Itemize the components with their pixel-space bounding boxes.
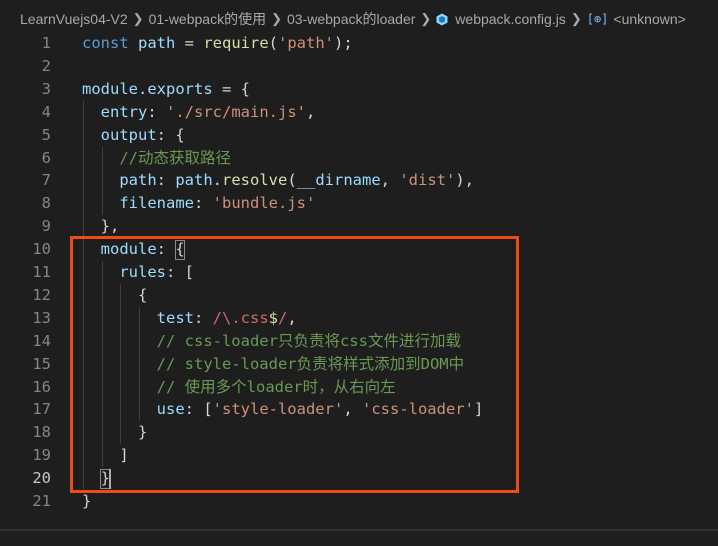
code-token: module [82,79,138,98]
code-token: }, [82,217,120,236]
line-number: 10 [32,240,51,259]
line-number: 1 [41,34,51,52]
code-line[interactable]: 2 [0,55,718,78]
breadcrumb-item-folder-1[interactable]: 01-webpack的使用 [149,9,267,29]
code-token: = { [212,79,250,98]
line-number: 14 [32,331,51,350]
chevron-right-icon: ❯ [132,11,144,26]
code-token: exports [147,79,213,98]
code-text: const path = require('path'); [82,32,353,55]
code-line[interactable]: 1 const path = require('path'); [0,32,718,55]
code-token: 'path' [278,34,334,52]
code-line[interactable]: 6 //动态获取路径 [0,147,718,170]
code-token: : [147,102,167,121]
code-token: __dirname [296,171,381,190]
code-token: resolve [222,171,288,190]
chevron-right-icon: ❯ [570,11,582,26]
code-text: output: { [82,124,185,147]
code-text: }, [82,215,120,238]
line-number: 19 [32,446,51,465]
line-number: 3 [41,79,51,98]
line-number: 20 [32,469,51,488]
breadcrumb-item-folder-2[interactable]: 03-webpack的loader [287,9,415,29]
line-number: 7 [41,171,51,190]
code-text: module.exports = { [82,78,250,101]
code-token: 'dist' [399,171,456,190]
code-token: , [380,171,400,190]
breadcrumb-item-project[interactable]: LearnVuejs04-V2 [20,11,128,27]
code-text: filename: 'bundle.js' [82,192,315,215]
code-token: ); [334,34,353,52]
highlight-box [70,236,519,493]
indent-guide [101,146,103,216]
code-token: ), [455,171,475,190]
code-token: path [138,34,176,52]
code-token: , [306,102,316,121]
code-text: entry: './src/main.js', [82,101,316,124]
line-number: 9 [41,217,51,236]
code-token: ( [268,34,278,52]
line-number: 2 [41,56,51,75]
line-number: 21 [32,492,51,510]
code-token: : { [156,125,185,144]
code-token: require [203,34,269,52]
chevron-right-icon: ❯ [271,11,282,26]
code-token: path [175,171,213,190]
code-line[interactable]: 7 path: path.resolve(__dirname, 'dist'), [0,169,718,192]
chevron-right-icon: ❯ [420,11,432,26]
code-token: output [100,125,157,144]
code-token: './src/main.js' [166,102,306,121]
line-number: 4 [41,102,51,121]
code-line[interactable]: 3 module.exports = { [0,78,718,101]
code-token: ( [287,171,297,190]
line-number: 12 [32,285,51,304]
line-number: 17 [32,400,51,419]
line-number: 8 [41,194,51,213]
code-token: path [119,171,157,190]
breadcrumb-item-symbol[interactable]: <unknown> [613,11,685,27]
code-line[interactable]: 9 }, [0,215,718,238]
code-line[interactable]: 21} [0,490,718,513]
code-token: } [82,492,92,510]
code-line[interactable]: 8 filename: 'bundle.js' [0,192,718,215]
code-token: 'bundle.js' [212,194,316,213]
code-token: . [138,79,148,98]
webpack-file-icon [436,13,448,26]
line-number: 18 [32,423,51,442]
code-text: } [82,490,91,513]
code-token: filename [119,194,194,213]
line-number: 16 [32,377,51,396]
line-number: 15 [32,354,51,373]
code-token: //动态获取路径 [119,148,231,167]
code-token: . [212,171,222,190]
code-token: : [156,171,176,190]
code-token: entry [100,102,148,121]
line-number: 11 [32,263,51,281]
code-line[interactable]: 4 entry: './src/main.js', [0,101,718,124]
line-number: 6 [41,148,51,167]
horizontal-scrollbar[interactable] [0,529,718,531]
line-number: 13 [32,308,51,327]
code-token: : [193,194,213,213]
code-text: //动态获取路径 [82,147,231,170]
code-token: = [175,34,204,52]
line-number: 5 [41,125,51,144]
symbol-variable-icon: [⊕] [586,12,609,26]
code-text: path: path.resolve(__dirname, 'dist'), [82,169,474,192]
code-line[interactable]: 5 output: { [0,124,718,147]
code-token: const [82,34,138,52]
breadcrumb-item-file[interactable]: webpack.config.js [455,11,566,27]
